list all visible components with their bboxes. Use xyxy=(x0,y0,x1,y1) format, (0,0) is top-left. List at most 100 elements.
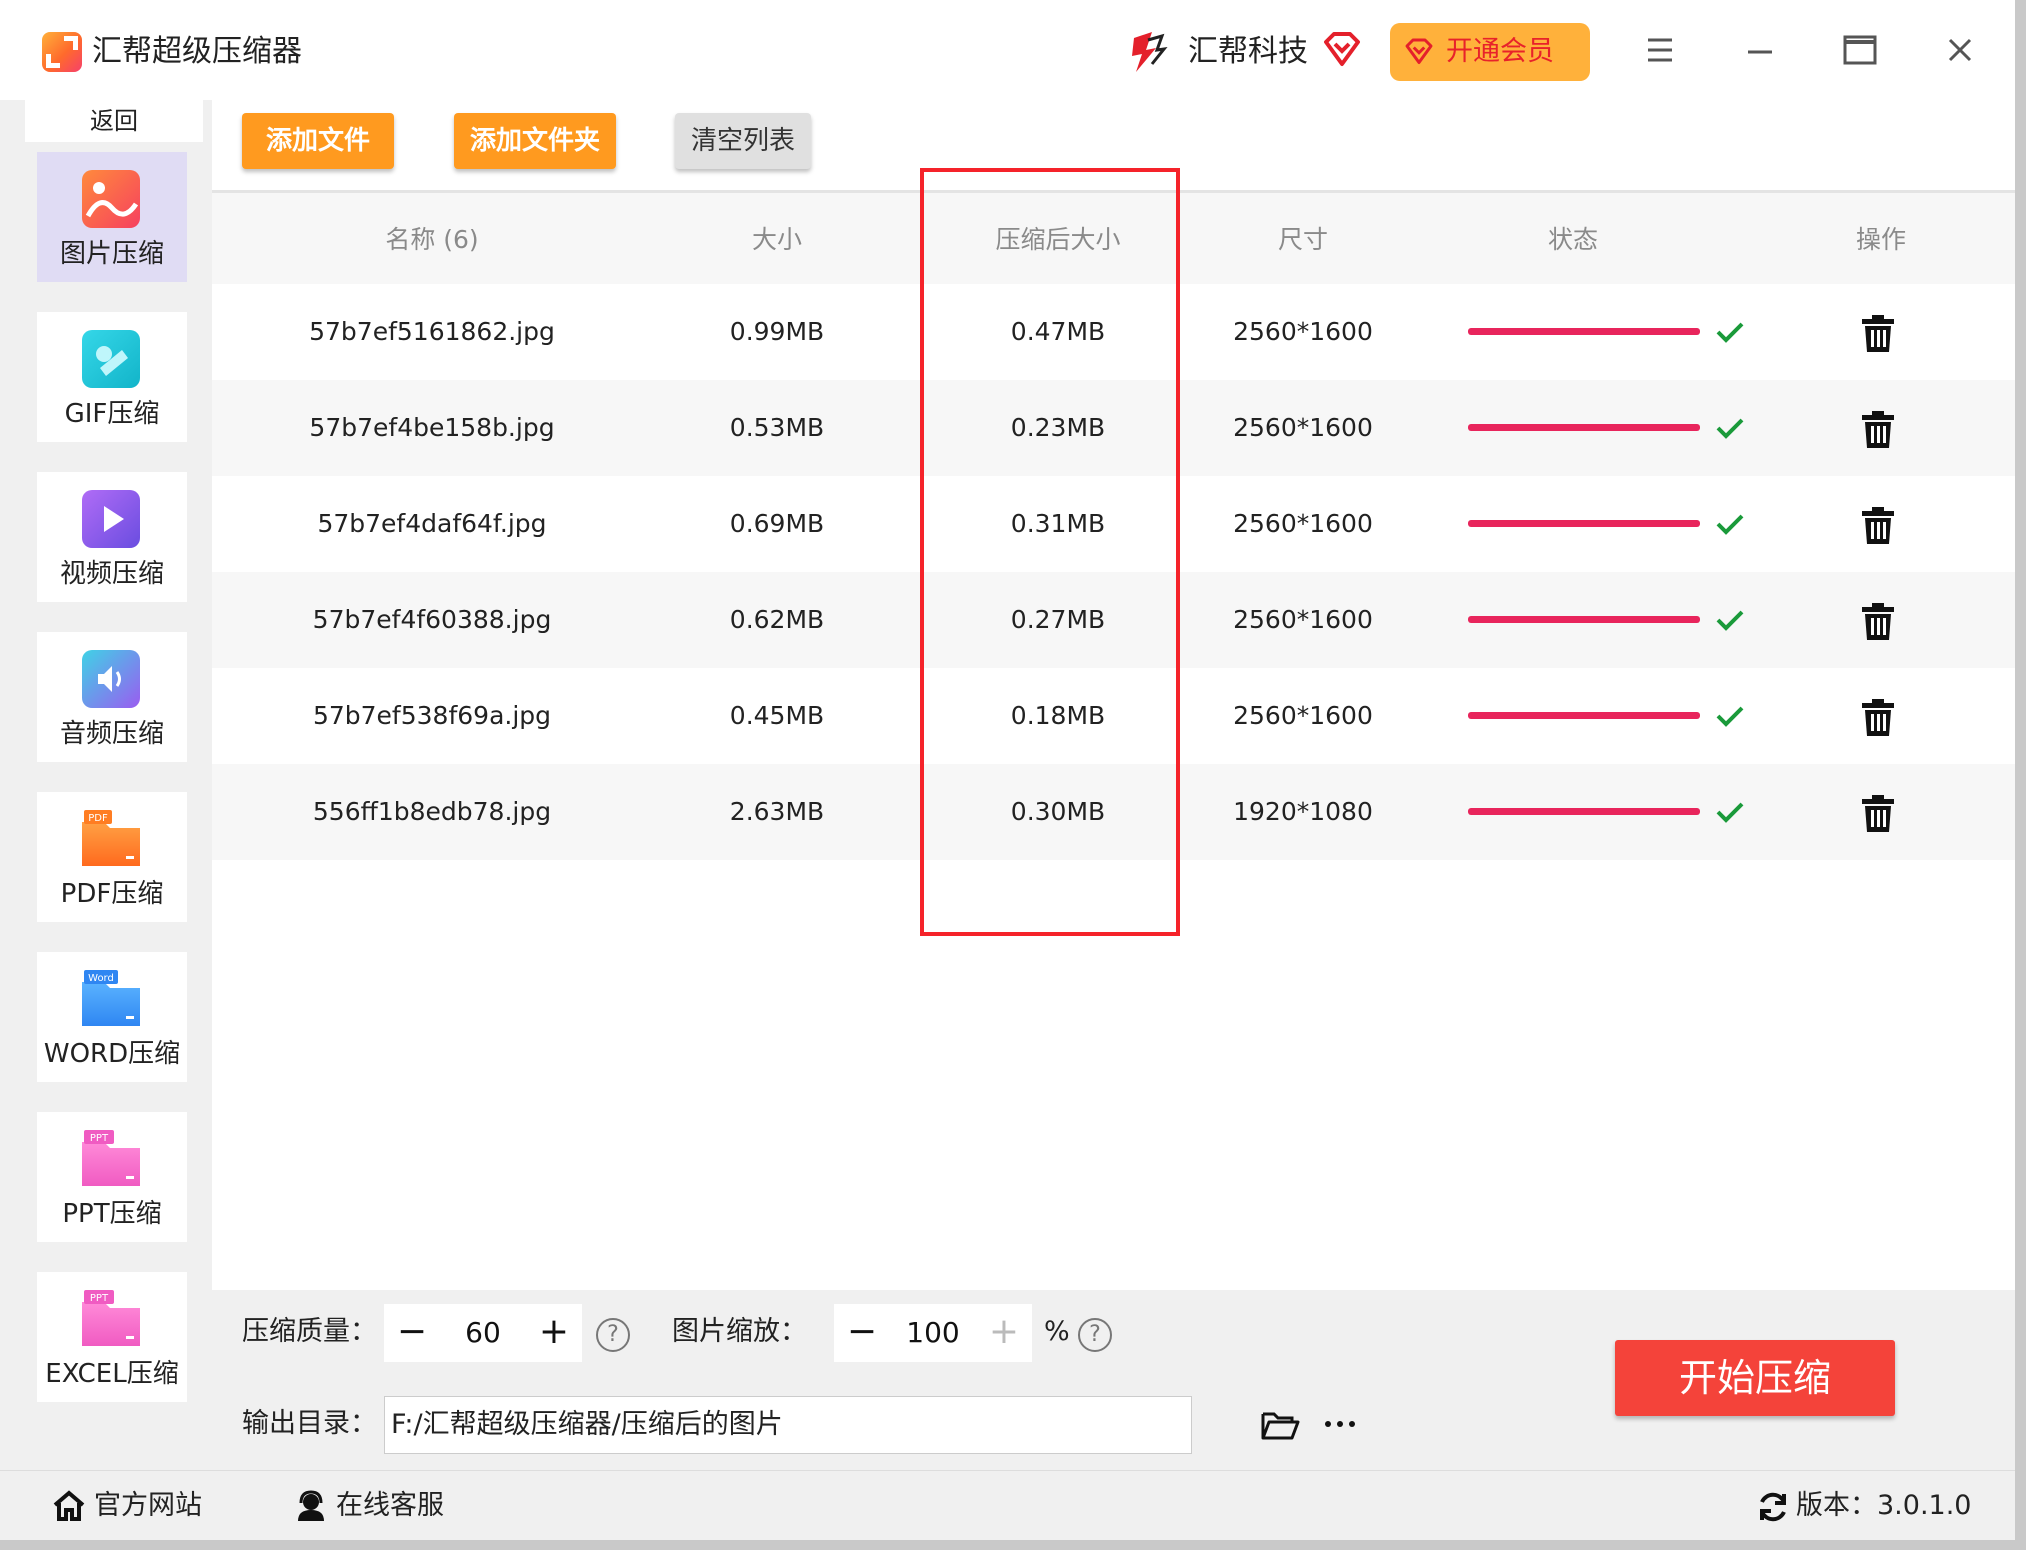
file-size: 0.69MB xyxy=(729,509,825,538)
check-icon xyxy=(1716,610,1744,631)
vip-label: 开通会员 xyxy=(1446,36,1554,67)
sidebar-item-audio[interactable]: 音频压缩 xyxy=(37,632,187,762)
quality-label: 压缩质量： xyxy=(242,1316,377,1347)
excel-icon: PPT xyxy=(82,1290,140,1346)
official-website-link[interactable]: 官方网站 xyxy=(52,1471,202,1541)
add-file-button[interactable]: 添加文件 xyxy=(242,113,394,169)
scale-value[interactable]: 100 xyxy=(890,1304,976,1362)
header-actions: 操作 xyxy=(1855,225,1906,254)
file-size: 0.99MB xyxy=(729,317,825,346)
file-size: 0.53MB xyxy=(729,413,825,442)
check-icon xyxy=(1716,322,1744,343)
heart-diamond-icon xyxy=(1324,32,1360,66)
header-dimensions[interactable]: 尺寸 xyxy=(1228,193,1378,287)
quality-decrease-button[interactable]: − xyxy=(384,1304,440,1362)
sidebar-item-pdf[interactable]: PDF PDF压缩 xyxy=(37,792,187,922)
app-logo-icon xyxy=(42,32,82,72)
vip-button[interactable]: 开通会员 xyxy=(1390,23,1590,81)
footer-bar: 官方网站 在线客服 版本：3.0.1.0 xyxy=(0,1470,2015,1540)
quality-stepper[interactable]: − 60 + xyxy=(384,1304,582,1362)
refresh-icon xyxy=(1760,1492,1786,1522)
progress-bar xyxy=(1468,424,1700,431)
pdf-badge: PDF xyxy=(88,813,108,824)
folder-open-icon[interactable] xyxy=(1260,1406,1300,1442)
sidebar-item-image[interactable]: 图片压缩 xyxy=(37,152,187,282)
check-icon xyxy=(1716,802,1744,823)
sidebar-item-label: 图片压缩 xyxy=(59,239,164,269)
ppt-badge: PPT xyxy=(90,1133,109,1144)
maximize-icon[interactable] xyxy=(1840,30,1880,70)
progress-bar xyxy=(1468,328,1700,335)
sidebar-item-ppt[interactable]: PPT PPT压缩 xyxy=(37,1112,187,1242)
sidebar-item-word[interactable]: Word WORD压缩 xyxy=(37,952,187,1082)
progress-bar xyxy=(1468,712,1700,719)
quality-help-icon[interactable]: ? xyxy=(596,1318,630,1352)
highlight-box xyxy=(920,168,1180,936)
sidebar-item-label: PPT压缩 xyxy=(62,1199,162,1229)
image-dimensions: 2560*1600 xyxy=(1233,509,1373,538)
sidebar-item-label: 视频压缩 xyxy=(59,559,164,589)
scale-stepper[interactable]: − 100 + xyxy=(834,1304,1032,1362)
file-name: 57b7ef538f69a.jpg xyxy=(312,701,552,730)
trash-icon[interactable] xyxy=(1860,698,1896,738)
image-dimensions: 2560*1600 xyxy=(1233,413,1373,442)
file-name: 57b7ef5161862.jpg xyxy=(309,317,555,346)
sidebar-item-label: GIF压缩 xyxy=(64,399,160,429)
audio-icon xyxy=(82,650,140,708)
menu-icon[interactable] xyxy=(1640,30,1680,70)
pdf-icon: PDF xyxy=(82,810,140,866)
header-name[interactable]: 名称 (6) xyxy=(342,193,522,287)
home-icon xyxy=(53,1490,85,1521)
gif-icon xyxy=(82,330,140,388)
trash-icon[interactable] xyxy=(1860,794,1896,834)
trash-icon[interactable] xyxy=(1860,506,1896,546)
progress-bar xyxy=(1468,520,1700,527)
sidebar-item-label: PDF压缩 xyxy=(60,879,164,909)
sidebar-item-video[interactable]: 视频压缩 xyxy=(37,472,187,602)
brand-logo-icon xyxy=(1132,32,1168,72)
scale-decrease-button[interactable]: − xyxy=(834,1304,890,1362)
version-info[interactable]: 版本：3.0.1.0 xyxy=(1756,1471,1971,1541)
back-button[interactable]: 返回 xyxy=(25,100,203,142)
output-path-input[interactable]: F:/汇帮超级压缩器/压缩后的图片 xyxy=(384,1396,1192,1454)
version-label: 版本：3.0.1.0 xyxy=(1796,1490,1972,1521)
sidebar-item-excel[interactable]: PPT EXCEL压缩 xyxy=(37,1272,187,1402)
scale-label: 图片缩放： xyxy=(672,1316,807,1347)
clear-list-button[interactable]: 清空列表 xyxy=(675,113,811,169)
header-status: 状态 xyxy=(1547,225,1598,254)
settings-panel: 压缩质量： − 60 + ? 图片缩放： − 100 + % ? 输出目录： F… xyxy=(212,1290,2015,1470)
official-website-label: 官方网站 xyxy=(94,1490,202,1521)
trash-icon[interactable] xyxy=(1860,410,1896,450)
video-icon xyxy=(82,490,140,548)
trash-icon[interactable] xyxy=(1860,602,1896,642)
minimize-icon[interactable] xyxy=(1740,30,1780,70)
title-bar: 汇帮超级压缩器 汇帮科技 开通会员 xyxy=(0,0,2015,100)
file-size: 2.63MB xyxy=(729,797,825,826)
quality-value[interactable]: 60 xyxy=(440,1304,526,1362)
file-size: 0.62MB xyxy=(729,605,825,634)
more-options-icon[interactable] xyxy=(1322,1412,1358,1436)
brand-name: 汇帮科技 xyxy=(1188,34,1308,69)
add-folder-button[interactable]: 添加文件夹 xyxy=(454,113,616,169)
image-dimensions: 2560*1600 xyxy=(1233,701,1373,730)
scale-increase-button[interactable]: + xyxy=(976,1304,1032,1362)
sidebar-item-label: EXCEL压缩 xyxy=(45,1359,179,1389)
header-size[interactable]: 大小 xyxy=(712,193,842,287)
output-label: 输出目录： xyxy=(242,1408,377,1439)
image-icon xyxy=(82,170,140,228)
check-icon xyxy=(1716,418,1744,439)
customer-service-icon xyxy=(298,1490,324,1521)
word-icon: Word xyxy=(82,970,140,1026)
trash-icon[interactable] xyxy=(1860,314,1896,354)
sidebar-item-gif[interactable]: GIF压缩 xyxy=(37,312,187,442)
ppt-icon: PPT xyxy=(82,1130,140,1186)
online-support-link[interactable]: 在线客服 xyxy=(294,1471,444,1541)
close-icon[interactable] xyxy=(1940,30,1980,70)
sidebar-item-label: 音频压缩 xyxy=(59,719,164,749)
scale-help-icon[interactable]: ? xyxy=(1078,1318,1112,1352)
sidebar-item-label: WORD压缩 xyxy=(43,1039,181,1069)
start-compress-button[interactable]: 开始压缩 xyxy=(1615,1340,1895,1416)
quality-increase-button[interactable]: + xyxy=(526,1304,582,1362)
app-title: 汇帮超级压缩器 xyxy=(92,34,302,69)
progress-bar xyxy=(1468,808,1700,815)
